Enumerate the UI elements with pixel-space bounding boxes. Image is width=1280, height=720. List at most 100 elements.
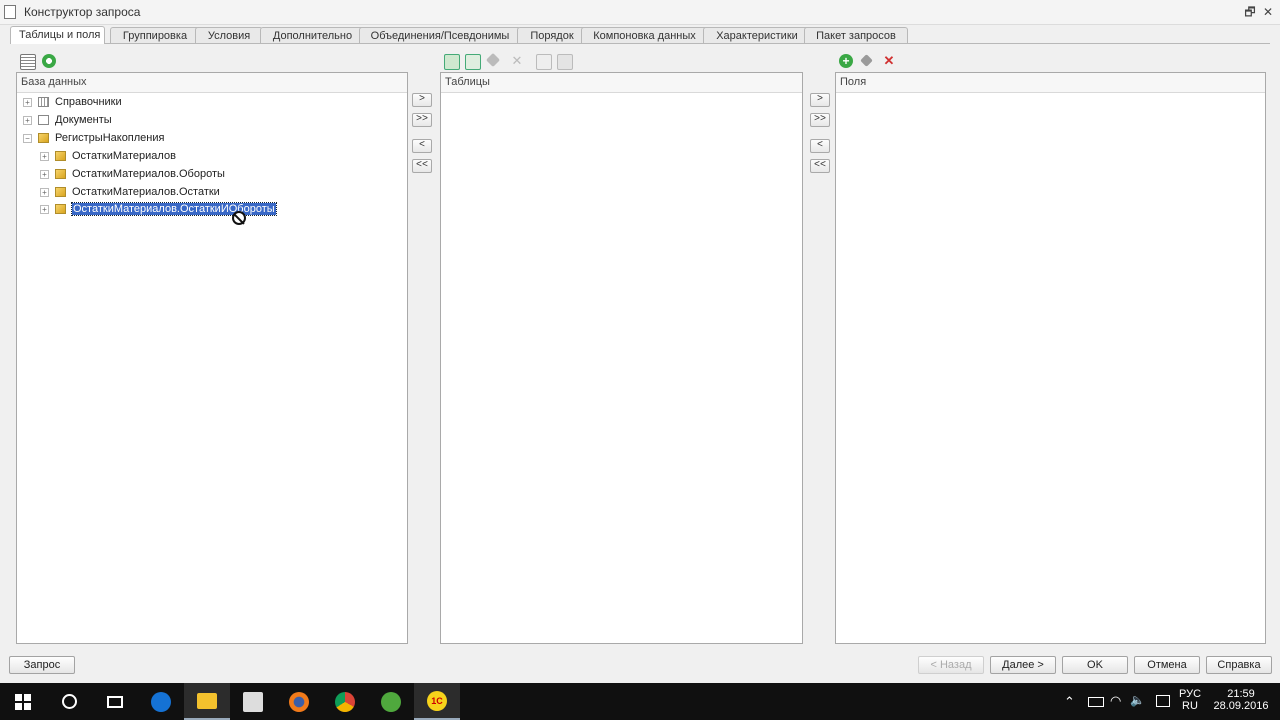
no-drop-cursor-icon [232, 211, 246, 225]
clock-date: 28.09.2016 [1213, 700, 1269, 712]
taskbar-1c[interactable]: 1С [414, 683, 460, 720]
cancel-button[interactable]: Отмена [1134, 656, 1200, 674]
expand-icon[interactable]: + [40, 151, 49, 161]
remove-table-button[interactable]: < [412, 139, 432, 153]
add-all-fields-button[interactable]: >> [810, 113, 830, 127]
taskbar-explorer[interactable] [184, 683, 230, 720]
list-view-icon[interactable] [20, 54, 36, 70]
task-view-icon [107, 695, 123, 708]
tab-conditions[interactable]: Условия [195, 27, 263, 43]
collapse-icon[interactable]: − [23, 133, 32, 143]
remove-field-button[interactable]: < [810, 139, 830, 153]
query-button[interactable]: Запрос [9, 656, 75, 674]
table-links-icon[interactable] [557, 54, 573, 70]
tree-item-material-balances[interactable]: + ОстаткиМатериалов [40, 148, 176, 164]
delete-table-icon[interactable]: ✕ [510, 54, 524, 68]
store-icon [243, 691, 263, 712]
language-indicator[interactable]: РУС RU [1176, 688, 1204, 712]
expand-icon[interactable]: + [40, 169, 49, 179]
window-title: Конструктор запроса [24, 5, 141, 19]
tables-panel-header: Таблицы [441, 73, 802, 93]
expand-icon[interactable]: + [23, 97, 32, 107]
tree-item-documents[interactable]: + Документы [23, 112, 112, 128]
language-top: РУС [1178, 688, 1202, 700]
add-all-tables-button[interactable]: >> [412, 113, 432, 127]
document-icon [38, 115, 49, 126]
title-bar: Конструктор запроса 🗗 ✕ [0, 0, 1280, 25]
edit-table-pencil-icon[interactable] [485, 52, 501, 68]
tree-item-accumulation-registers[interactable]: − РегистрыНакопления [23, 130, 164, 146]
1c-icon: 1С [427, 690, 447, 711]
start-button[interactable] [0, 683, 46, 720]
query-builder-window: Конструктор запроса 🗗 ✕ Таблицы и поля Г… [0, 0, 1280, 683]
chrome-icon [335, 691, 355, 712]
tree-item-material-turnovers[interactable]: + ОстаткиМатериалов.Обороты [40, 166, 225, 182]
search-icon [61, 694, 77, 709]
wifi-icon[interactable]: ◠ [1110, 693, 1121, 709]
clock-time: 21:59 [1227, 688, 1255, 700]
taskbar-edge[interactable] [138, 683, 184, 720]
catalog-icon [38, 97, 49, 108]
expand-icon[interactable]: + [40, 187, 49, 197]
tab-divider [10, 43, 1270, 44]
battery-icon[interactable] [1088, 697, 1104, 707]
add-table-button[interactable]: > [412, 93, 432, 107]
fields-panel-header: Поля [836, 73, 1265, 93]
register-icon [38, 133, 49, 144]
folder-icon [197, 692, 217, 709]
register-table-icon [55, 204, 66, 215]
selected-tree-label: ОстаткиМатериалов.ОстаткиИОбороты [71, 202, 277, 216]
volume-icon[interactable]: 🔈 [1130, 693, 1145, 707]
search-button[interactable] [46, 683, 92, 720]
taskbar-store[interactable] [230, 683, 276, 720]
edit-field-pencil-icon[interactable] [860, 54, 873, 67]
expand-icon[interactable]: + [40, 204, 49, 214]
tree-item-material-balance-totals[interactable]: + ОстаткиМатериалов.Остатки [40, 184, 220, 200]
taskbar: 1С ⌃ ◠ 🔈 РУС RU 21:59 28.09.2016 [0, 683, 1280, 720]
tab-strip: Таблицы и поля Группировка Условия Допол… [10, 26, 1270, 44]
add-field-icon[interactable]: + [839, 54, 853, 68]
clock[interactable]: 21:59 28.09.2016 [1212, 688, 1270, 712]
utorrent-icon [381, 691, 401, 712]
taskbar-firefox[interactable] [276, 683, 322, 720]
language-bottom: RU [1182, 700, 1198, 712]
next-button[interactable]: Далее > [990, 656, 1056, 674]
tab-unions-aliases[interactable]: Объединения/Псевдонимы [359, 27, 521, 43]
ok-button[interactable]: OK [1062, 656, 1128, 674]
back-button[interactable]: < Назад [918, 656, 984, 674]
restore-window-button[interactable]: 🗗 [1242, 4, 1258, 20]
add-field-button[interactable]: > [810, 93, 830, 107]
window-app-icon [4, 5, 16, 19]
notifications-icon[interactable] [1156, 695, 1170, 707]
tab-tables-and-fields[interactable]: Таблицы и поля [10, 26, 105, 44]
edge-icon [151, 691, 171, 712]
windows-logo-icon [15, 693, 31, 710]
delete-tables-icon[interactable] [536, 54, 552, 70]
delete-field-icon[interactable]: ✕ [882, 54, 896, 68]
close-window-button[interactable]: ✕ [1260, 4, 1276, 20]
remove-all-tables-button[interactable]: << [412, 159, 432, 173]
tray-chevron-up-icon[interactable]: ⌃ [1064, 694, 1075, 710]
add-table-icon[interactable] [444, 54, 460, 70]
tab-characteristics[interactable]: Характеристики [703, 27, 811, 43]
firefox-icon [289, 691, 309, 712]
register-table-icon [55, 169, 66, 180]
tab-additional[interactable]: Дополнительно [260, 27, 365, 43]
task-view-button[interactable] [92, 683, 138, 720]
taskbar-utorrent[interactable] [368, 683, 414, 720]
add-nested-table-icon[interactable] [465, 54, 481, 70]
expand-icon[interactable]: + [23, 115, 32, 125]
tab-order[interactable]: Порядок [517, 27, 587, 43]
taskbar-chrome[interactable] [322, 683, 368, 720]
help-button[interactable]: Справка [1206, 656, 1272, 674]
register-table-icon [55, 187, 66, 198]
tree-item-catalogs[interactable]: + Справочники [23, 94, 122, 110]
tab-query-batch[interactable]: Пакет запросов [804, 27, 908, 43]
database-panel-header: База данных [17, 73, 407, 93]
tables-panel: Таблицы [440, 72, 803, 644]
tab-grouping[interactable]: Группировка [110, 27, 200, 43]
fields-panel: Поля [835, 72, 1266, 644]
remove-all-fields-button[interactable]: << [810, 159, 830, 173]
refresh-icon[interactable] [42, 54, 56, 68]
tab-data-composition[interactable]: Компоновка данных [581, 27, 708, 43]
